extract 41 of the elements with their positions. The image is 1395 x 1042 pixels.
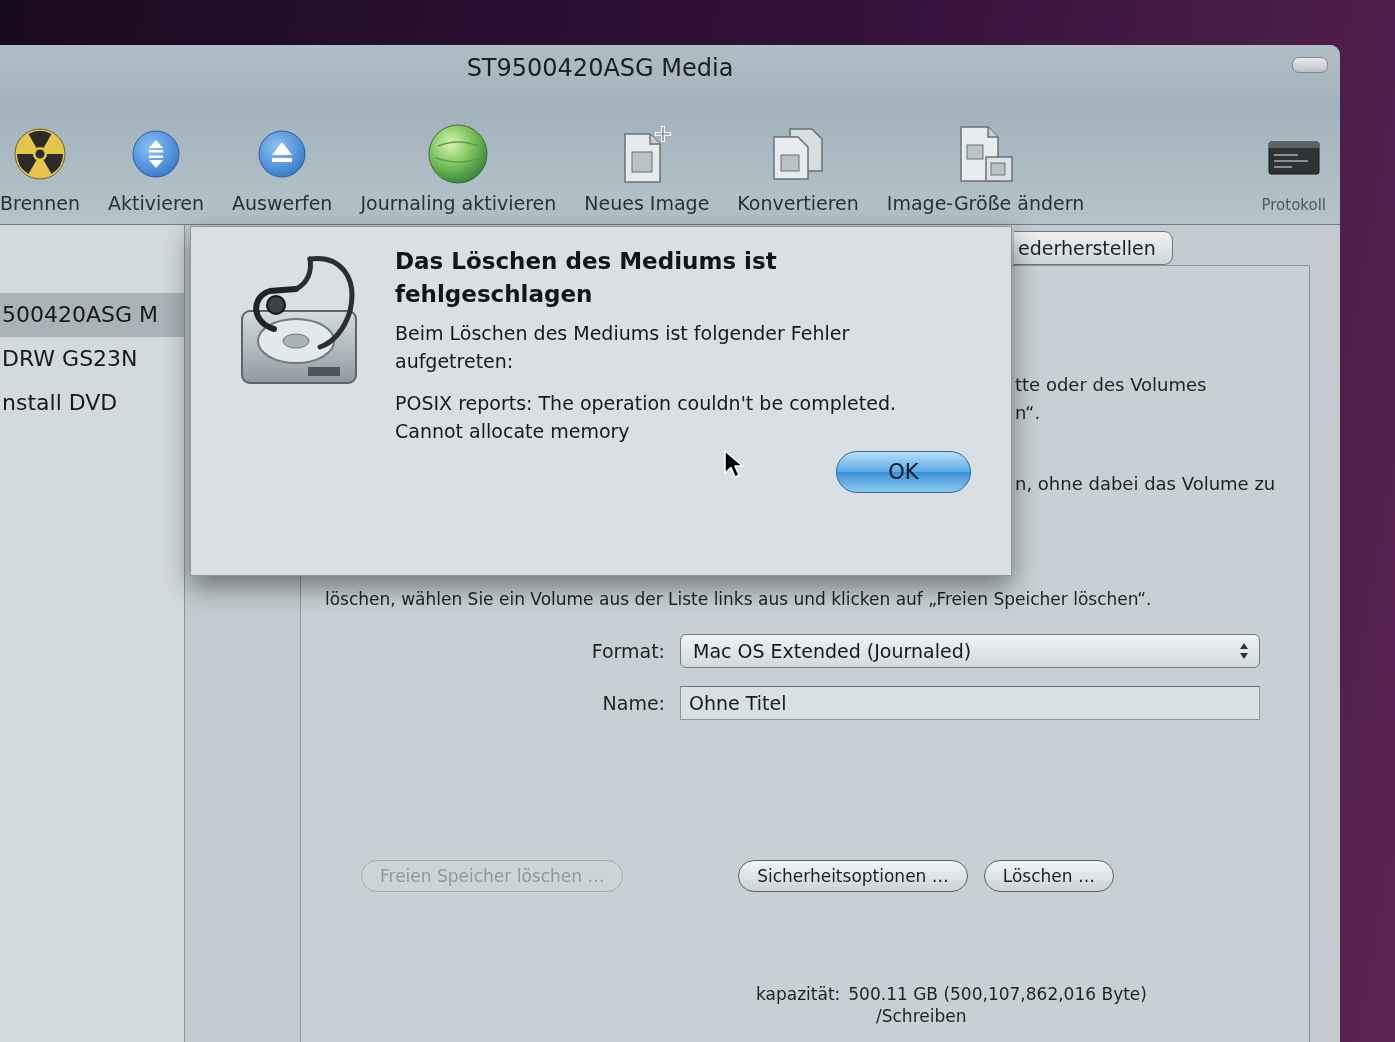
eject-icon bbox=[258, 130, 307, 178]
description-text: n, ohne dabei das Volume zu bbox=[1015, 472, 1277, 496]
sidebar-item[interactable]: 500420ASG M bbox=[0, 293, 184, 337]
info-text: /Schreiben bbox=[875, 1005, 968, 1027]
console-icon bbox=[1267, 141, 1320, 175]
toolbar-button[interactable]: Konvertieren bbox=[737, 122, 859, 224]
toolbar-button[interactable]: Protokoll bbox=[1261, 126, 1326, 224]
description-text: n“. bbox=[1015, 401, 1042, 425]
info-value: 500.11 GB (500,107,862,016 Byte) bbox=[848, 984, 1147, 1004]
toolbar-button[interactable]: Aktivieren bbox=[107, 122, 204, 224]
sidebar-item[interactable]: nstall DVD bbox=[0, 381, 184, 425]
toolbar-toggle-button[interactable] bbox=[1292, 57, 1328, 73]
ok-button[interactable]: OK bbox=[836, 451, 971, 493]
dialog-title: Das Löschen des Mediums ist fehlgeschlagen bbox=[395, 247, 778, 309]
toolbar-button[interactable]: Auswerfen bbox=[232, 122, 333, 224]
error-detail-text: POSIX reports: The operation couldn't be completed. bbox=[395, 391, 897, 416]
up-down-arrows-icon bbox=[1239, 641, 1249, 661]
toolbar-button[interactable]: Neues Image bbox=[584, 122, 710, 224]
description-text: löschen, wählen Sie ein Volume aus der Liste links aus und klicken auf „Freien Speicher löschen“. bbox=[324, 588, 1153, 611]
radiation-icon bbox=[13, 128, 66, 180]
dialog-message: Beim Löschen des Mediums ist folgender Fehler aufgetreten: bbox=[395, 321, 851, 374]
field-label: Name: bbox=[601, 691, 665, 716]
button[interactable]: Löschen … bbox=[983, 860, 1114, 892]
error-detail-text: Cannot allocate memory bbox=[395, 419, 631, 444]
toolbar-button[interactable]: Image-Größe ändern bbox=[886, 122, 1085, 224]
sphere-icon bbox=[428, 124, 489, 184]
button[interactable]: Sicherheitsoptionen … bbox=[738, 860, 968, 892]
toolbar-button[interactable]: Journaling aktivieren bbox=[360, 122, 557, 224]
sidebar-item[interactable]: DRW GS23N bbox=[0, 337, 184, 381]
document-plus-icon bbox=[621, 124, 672, 184]
document-resize-icon bbox=[957, 125, 1014, 183]
info-label: kapazität: bbox=[756, 984, 841, 1004]
up-down-arrows-icon bbox=[131, 130, 180, 178]
name-field[interactable]: Ohne Titel bbox=[680, 686, 1260, 720]
cursor-icon bbox=[723, 449, 745, 479]
format-popup[interactable]: Mac OS Extended (Journaled) bbox=[680, 634, 1260, 668]
toolbar-button[interactable]: Brennen bbox=[0, 122, 80, 224]
field-label: Format: bbox=[590, 639, 665, 664]
description-text: tte oder des Volumes bbox=[1015, 373, 1208, 397]
tab[interactable]: ederherstellen bbox=[1014, 231, 1173, 265]
window-title: ST9500420ASG Media bbox=[466, 54, 734, 82]
